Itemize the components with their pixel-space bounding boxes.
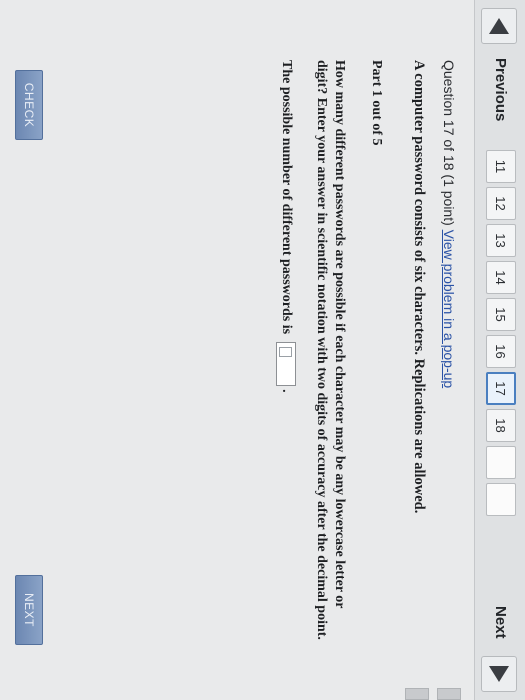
- question-tab[interactable]: 15: [486, 298, 516, 331]
- check-button[interactable]: CHECK: [15, 70, 43, 140]
- answer-label: The possible number of different passwor…: [279, 60, 294, 335]
- next-button[interactable]: NEXT: [15, 575, 43, 645]
- question-tab[interactable]: 12: [486, 187, 516, 220]
- question-tabs: 11 12 13 14 15 16 17 18: [486, 150, 516, 520]
- question-content: Question 17 of 18 (1 point) View problem…: [276, 60, 457, 660]
- question-header: Question 17 of 18 (1 point) View problem…: [441, 60, 457, 660]
- answer-period: .: [279, 389, 294, 393]
- answer-line: The possible number of different passwor…: [276, 60, 296, 660]
- question-prompt: How many different passwords are possibl…: [314, 60, 347, 640]
- question-tab[interactable]: 13: [486, 224, 516, 257]
- next-question-button[interactable]: Next: [492, 606, 509, 639]
- question-tab[interactable]: 14: [486, 261, 516, 294]
- arrow-left-icon: [489, 18, 509, 34]
- question-tab[interactable]: [486, 446, 516, 479]
- side-handle[interactable]: [405, 688, 429, 700]
- popup-link[interactable]: View problem in a pop-up: [441, 230, 457, 389]
- question-tab[interactable]: [486, 483, 516, 516]
- question-tab[interactable]: 16: [486, 335, 516, 368]
- arrow-right-icon: [489, 666, 509, 682]
- question-number: Question 17 of 18 (1 point): [441, 60, 457, 226]
- previous-button[interactable]: Previous: [492, 58, 509, 121]
- part-indicator: Part 1 out of 5: [369, 60, 384, 146]
- assignment-page: Previous 11 12 13 14 15 16 17 18 Next Question …: [0, 0, 525, 700]
- question-tab[interactable]: 18: [486, 409, 516, 442]
- problem-statement: A computer password consists of six char…: [411, 60, 427, 514]
- question-tab[interactable]: 17: [486, 372, 516, 405]
- side-handle[interactable]: [437, 688, 461, 700]
- question-tab[interactable]: 11: [486, 150, 516, 183]
- question-navigation-bar: Previous 11 12 13 14 15 16 17 18 Next: [474, 0, 525, 700]
- input-cursor-box: [279, 347, 292, 358]
- previous-arrow-button[interactable]: [481, 8, 517, 44]
- next-arrow-button[interactable]: [481, 656, 517, 692]
- answer-input[interactable]: [276, 342, 296, 387]
